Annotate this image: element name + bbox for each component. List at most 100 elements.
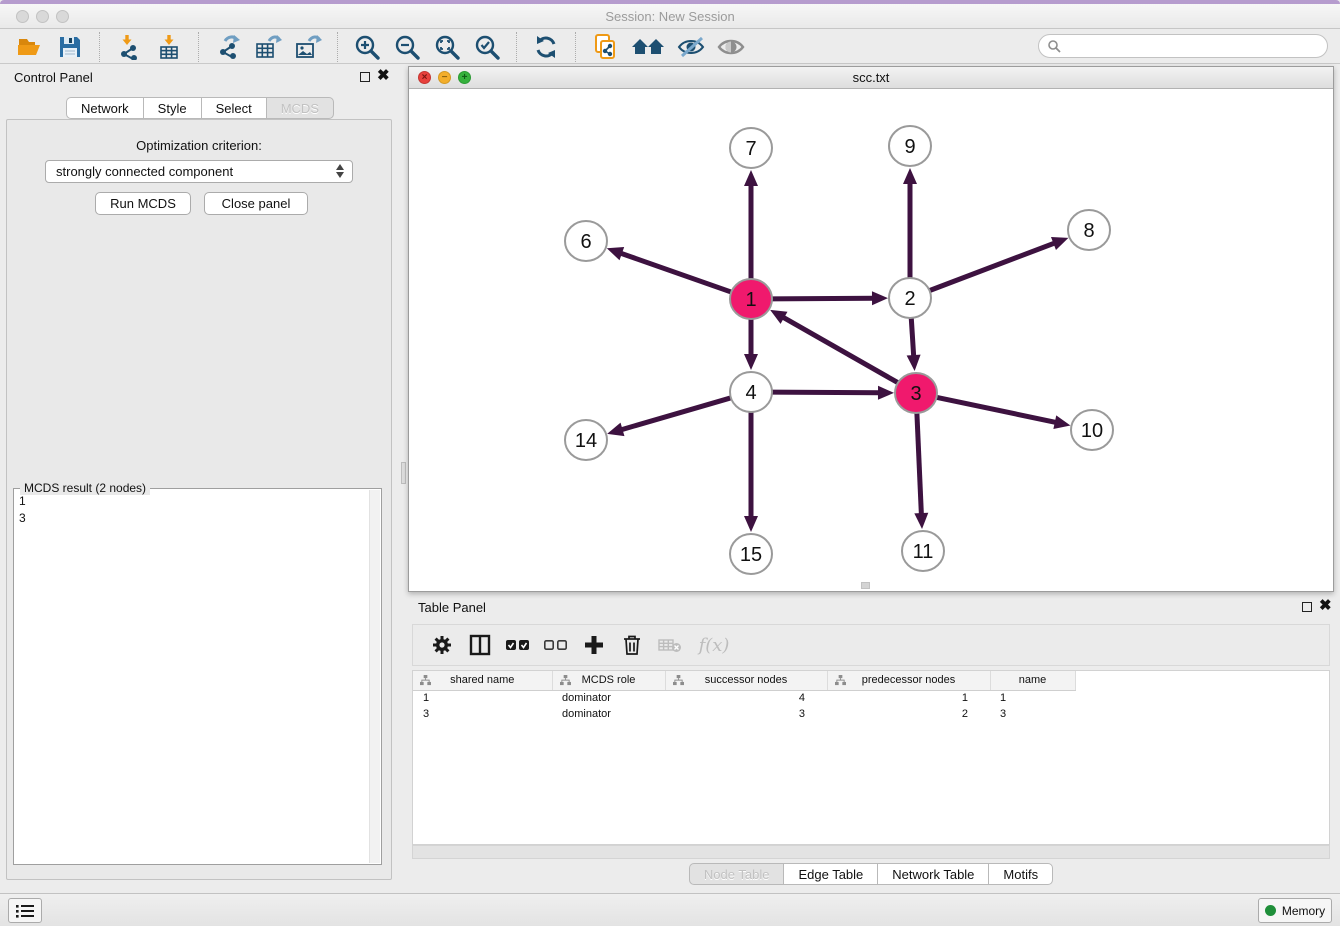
- column-header-name[interactable]: name: [990, 671, 1075, 690]
- zoom-fit-icon[interactable]: [432, 32, 462, 62]
- column-header-shared-name[interactable]: shared name: [413, 671, 552, 690]
- select-all-icon[interactable]: [501, 630, 535, 660]
- graph-node-1[interactable]: 1: [730, 279, 772, 319]
- window-title: Session: New Session: [0, 9, 1340, 24]
- graph-edge-arrowhead: [1051, 237, 1068, 250]
- deselect-all-icon[interactable]: [539, 630, 573, 660]
- graph-node-label: 6: [580, 231, 591, 253]
- graph-node-label: 3: [910, 383, 921, 405]
- titlebar: Session: New Session: [0, 4, 1340, 29]
- tab-select[interactable]: Select: [201, 97, 266, 119]
- graph-edge-1-2[interactable]: [770, 298, 875, 299]
- export-table-icon[interactable]: [253, 32, 283, 62]
- split-columns-icon[interactable]: [463, 630, 497, 660]
- panel-splitter-handle[interactable]: [401, 462, 406, 484]
- export-image-icon[interactable]: [293, 32, 323, 62]
- optimization-criterion-label: Optimization criterion:: [7, 138, 391, 153]
- tab-style[interactable]: Style: [143, 97, 201, 119]
- graph-node-6[interactable]: 6: [565, 221, 607, 261]
- memory-label: Memory: [1282, 904, 1325, 918]
- graph-node-3[interactable]: 3: [895, 373, 937, 413]
- column-header-successor-nodes[interactable]: successor nodes: [665, 671, 827, 690]
- table-cell[interactable]: 1: [990, 690, 1075, 706]
- export-network-icon[interactable]: [213, 32, 243, 62]
- graph-edge-arrowhead: [1053, 415, 1070, 429]
- close-panel-button[interactable]: Close panel: [204, 192, 308, 215]
- refresh-layout-icon[interactable]: [531, 32, 561, 62]
- network-view-window: × − + scc.txt 7 9 6 8 1 2 4 3 14 10 15 11: [408, 66, 1334, 592]
- first-neighbors-icon[interactable]: [630, 32, 666, 62]
- graph-edge-3-1[interactable]: [781, 316, 899, 383]
- memory-button[interactable]: Memory: [1258, 898, 1332, 923]
- network-graph[interactable]: 7 9 6 8 1 2 4 3 14 10 15 11: [409, 90, 1333, 593]
- table-row[interactable]: 1dominator411: [413, 690, 1075, 706]
- search-input[interactable]: [1061, 36, 1327, 56]
- tab-network-table[interactable]: Network Table: [877, 863, 988, 885]
- network-canvas[interactable]: 7 9 6 8 1 2 4 3 14 10 15 11: [409, 90, 1333, 591]
- control-panel-tabs: Network Style Select MCDS: [0, 97, 400, 119]
- close-table-panel-icon[interactable]: ✖: [1319, 597, 1332, 615]
- task-history-button[interactable]: [8, 898, 42, 923]
- tab-motifs[interactable]: Motifs: [988, 863, 1053, 885]
- table-cell[interactable]: 1: [413, 690, 552, 706]
- zoom-in-icon[interactable]: [352, 32, 382, 62]
- graph-edge-4-14[interactable]: [620, 397, 733, 430]
- network-scrollbar-thumb[interactable]: [861, 582, 870, 589]
- graph-node-15[interactable]: 15: [730, 534, 772, 574]
- float-panel-icon[interactable]: [360, 72, 370, 82]
- graph-edge-3-10[interactable]: [935, 397, 1058, 423]
- add-column-icon[interactable]: [577, 630, 611, 660]
- float-table-panel-icon[interactable]: [1302, 602, 1312, 612]
- open-session-icon[interactable]: [15, 32, 45, 62]
- save-session-icon[interactable]: [55, 32, 85, 62]
- fx-label: f(x): [699, 635, 730, 656]
- graph-node-2[interactable]: 2: [889, 278, 931, 318]
- criterion-dropdown[interactable]: strongly connected component: [45, 160, 353, 183]
- import-network-icon[interactable]: [114, 32, 144, 62]
- tab-node-table[interactable]: Node Table: [689, 863, 784, 885]
- graph-edge-2-3[interactable]: [911, 317, 914, 358]
- table-cell[interactable]: 3: [413, 706, 552, 722]
- result-scrollbar[interactable]: [369, 490, 380, 863]
- node-table[interactable]: shared nameMCDS rolesuccessor nodesprede…: [412, 670, 1330, 845]
- graph-node-4[interactable]: 4: [730, 372, 772, 412]
- zoom-out-icon[interactable]: [392, 32, 422, 62]
- graph-node-8[interactable]: 8: [1068, 210, 1110, 250]
- graph-node-11[interactable]: 11: [902, 531, 944, 571]
- table-cell[interactable]: 3: [665, 706, 827, 722]
- toolbar-separator: [575, 32, 576, 62]
- tab-mcds[interactable]: MCDS: [266, 97, 334, 119]
- close-panel-icon[interactable]: ✖: [377, 67, 390, 85]
- show-hide-graphics-details-icon[interactable]: [676, 32, 706, 62]
- graph-node-7[interactable]: 7: [730, 128, 772, 168]
- table-cell[interactable]: 2: [827, 706, 990, 722]
- table-row[interactable]: 3dominator323: [413, 706, 1075, 722]
- graph-edge-3-11[interactable]: [917, 412, 922, 516]
- graph-edge-1-6[interactable]: [619, 253, 733, 293]
- graph-node-10[interactable]: 10: [1071, 410, 1113, 450]
- graph-edge-arrowhead: [878, 386, 894, 400]
- zoom-selected-icon[interactable]: [472, 32, 502, 62]
- delete-column-icon[interactable]: [615, 630, 649, 660]
- clone-network-icon[interactable]: [590, 32, 620, 62]
- run-mcds-button[interactable]: Run MCDS: [95, 192, 191, 215]
- column-header-predecessor-nodes[interactable]: predecessor nodes: [827, 671, 990, 690]
- table-horizontal-scrollbar[interactable]: [412, 845, 1330, 859]
- search-field[interactable]: [1038, 34, 1328, 58]
- table-cell[interactable]: 4: [665, 690, 827, 706]
- network-window-titlebar[interactable]: × − + scc.txt: [409, 67, 1333, 89]
- table-cell[interactable]: dominator: [552, 706, 665, 722]
- graph-edge-4-3[interactable]: [770, 392, 881, 393]
- graph-node-9[interactable]: 9: [889, 126, 931, 166]
- graph-node-14[interactable]: 14: [565, 420, 607, 460]
- table-toolbar: f(x): [412, 624, 1330, 666]
- graph-edge-2-8[interactable]: [928, 242, 1057, 291]
- gear-icon[interactable]: [425, 630, 459, 660]
- tab-network[interactable]: Network: [66, 97, 143, 119]
- table-cell[interactable]: dominator: [552, 690, 665, 706]
- table-cell[interactable]: 3: [990, 706, 1075, 722]
- import-table-icon[interactable]: [154, 32, 184, 62]
- column-header-MCDS-role[interactable]: MCDS role: [552, 671, 665, 690]
- tab-edge-table[interactable]: Edge Table: [783, 863, 877, 885]
- table-cell[interactable]: 1: [827, 690, 990, 706]
